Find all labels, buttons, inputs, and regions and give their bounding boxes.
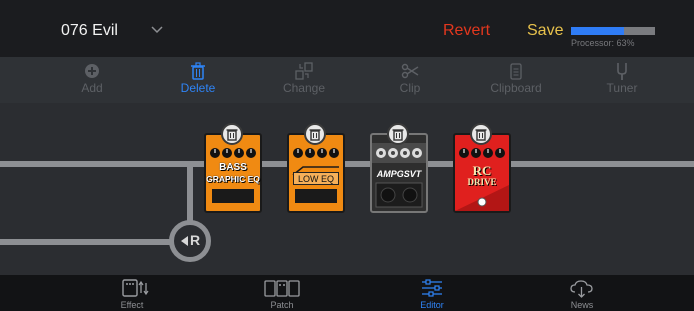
change-button[interactable]: Change	[259, 61, 349, 95]
tab-editor-label: Editor	[420, 300, 444, 310]
pedal-name-line1: LOW EQ	[293, 172, 339, 185]
clipboard-icon	[510, 63, 522, 80]
add-label: Add	[81, 81, 103, 95]
return-line	[0, 239, 175, 245]
pedal-low-eq[interactable]: LOW EQ	[287, 123, 345, 213]
pedal-bass-graphic-eq[interactable]: BASS GRAPHIC EQ	[204, 123, 262, 213]
trash-icon	[475, 129, 487, 141]
pedal-name-line2: GRAPHIC EQ	[206, 174, 260, 184]
tab-news[interactable]: News	[532, 277, 632, 310]
signal-chain-canvas	[0, 161, 694, 245]
clip-button[interactable]: Clip	[365, 61, 455, 95]
clipboard-button[interactable]: Clipboard	[471, 61, 561, 95]
chevron-down-icon[interactable]	[150, 25, 164, 35]
tab-patch-label: Patch	[270, 300, 294, 310]
delete-pedal-badge[interactable]	[470, 123, 492, 145]
effect-icon	[122, 279, 149, 297]
bottom-tab-bar: Effect Patch Editor News	[0, 275, 694, 311]
revert-button[interactable]: Revert	[443, 22, 490, 40]
tuner-label: Tuner	[606, 81, 638, 95]
pedal-name-line2: DRIVE	[467, 177, 497, 187]
sliders-icon	[422, 279, 442, 297]
pedal-rc-drive[interactable]: RC DRIVE	[453, 123, 511, 213]
cloud-download-icon	[570, 280, 593, 298]
signal-chain-editor: R BASS GRAPHIC EQ LOW EQ AMPGSVT RC DRIV…	[0, 103, 694, 275]
tab-patch[interactable]: Patch	[232, 277, 332, 310]
trash-icon	[191, 62, 205, 80]
plus-circle-icon	[85, 64, 99, 78]
delete-pedal-badge[interactable]	[304, 123, 326, 145]
clipboard-label: Clipboard	[490, 81, 542, 95]
patch-icon	[264, 280, 300, 297]
clip-label: Clip	[399, 81, 421, 95]
delete-pedal-badge[interactable]	[221, 123, 243, 145]
pedal-name-line1: BASS	[219, 162, 247, 173]
scissors-icon	[401, 63, 419, 79]
pedal-ampgsvt[interactable]: AMPGSVT	[370, 123, 428, 213]
tuning-fork-icon	[617, 63, 627, 80]
swap-icon	[295, 62, 313, 80]
processor-meter	[571, 27, 655, 35]
tuner-button[interactable]: Tuner	[577, 61, 667, 95]
main-signal-line	[0, 161, 694, 167]
pedal-name-line1: AMPGSVT	[376, 169, 422, 179]
trash-icon	[309, 129, 321, 141]
trash-icon	[392, 129, 404, 141]
save-button[interactable]: Save	[527, 22, 563, 40]
trash-icon	[226, 129, 238, 141]
tab-effect[interactable]: Effect	[82, 277, 182, 310]
delete-button[interactable]: Delete	[153, 61, 243, 95]
return-label: R	[190, 232, 201, 248]
delete-label: Delete	[180, 81, 216, 95]
tab-news-label: News	[570, 300, 594, 310]
processor-label: Processor: 63%	[571, 38, 635, 48]
delete-pedal-badge[interactable]	[387, 123, 409, 145]
change-label: Change	[282, 81, 326, 95]
editor-toolbar: Add Delete Change Clip Clipboard Tuner	[0, 57, 694, 103]
tab-effect-label: Effect	[120, 300, 144, 310]
patch-name[interactable]: 076 Evil	[61, 22, 118, 40]
return-node[interactable]: R	[169, 220, 211, 262]
top-bar: 076 Evil Revert Save Processor: 63%	[0, 0, 694, 57]
tab-editor[interactable]: Editor	[382, 277, 482, 310]
processor-meter-fill	[571, 27, 624, 35]
add-button[interactable]: Add	[47, 61, 137, 95]
